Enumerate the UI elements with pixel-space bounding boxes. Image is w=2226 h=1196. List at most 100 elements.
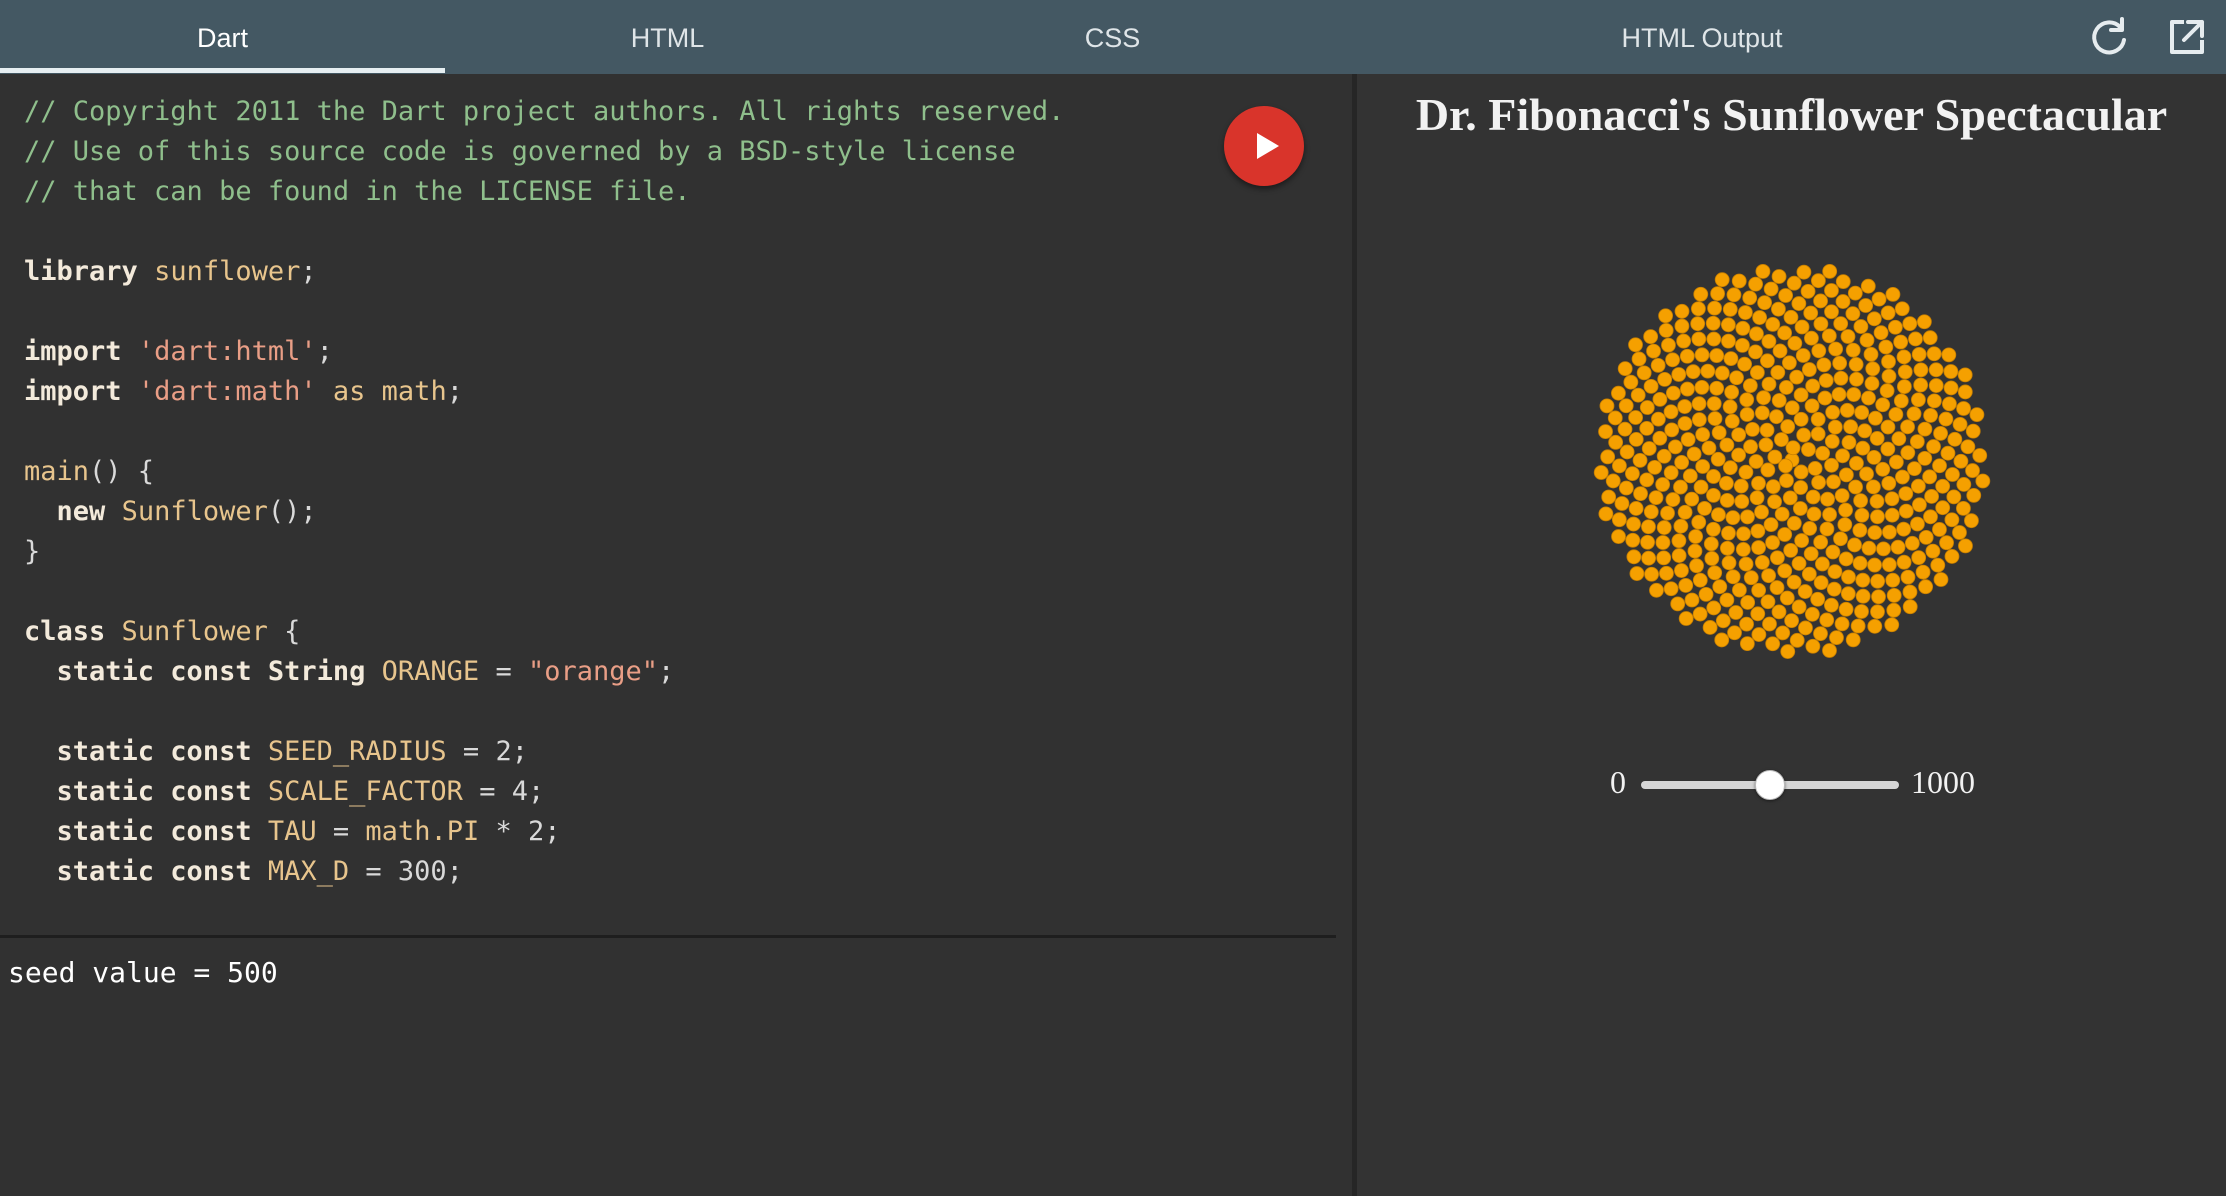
sunflower-seed [1625,532,1641,548]
sunflower-seed [1671,533,1687,549]
code-line: static const SCALE_FACTOR = 4; [24,772,1064,812]
sunflower-seed [1824,433,1840,449]
sunflower-seed [1650,411,1666,427]
sunflower-seed [1960,439,1976,455]
dart-source-code[interactable]: // Copyright 2011 the Dart project autho… [24,92,1064,892]
sunflower-seed [1631,351,1647,367]
sunflower-seed [1714,632,1730,648]
sunflower-seed [1784,613,1799,629]
sunflower-seed [1769,550,1785,566]
sunflower-seed [1969,407,1985,423]
tab-html[interactable]: HTML [445,0,890,74]
code-token: // Use of this source code is governed b… [24,136,1016,167]
sunflower-seed [1605,473,1621,489]
tab-dart[interactable]: Dart [0,0,445,74]
sunflower-seed [1964,513,1979,529]
sunflower-canvas [1593,263,1991,659]
sunflower-seed [1915,564,1931,580]
sunflower-seed [1848,357,1864,372]
sunflower-seed [1765,316,1781,332]
sunflower-seed [1777,325,1792,341]
sunflower-seed [1778,288,1794,303]
sunflower-seed [1928,362,1944,378]
sunflower-seed [1930,557,1946,573]
sunflower-seed [1767,494,1782,510]
run-button[interactable] [1224,106,1304,186]
sunflower-seed [1946,489,1962,505]
sunflower-seed [1813,293,1828,309]
sunflower-seed [1598,424,1613,440]
sunflower-seed [1680,381,1695,397]
sunflower-seed [1965,463,1980,478]
code-token: ORANGE [381,656,480,687]
seed-slider-thumb[interactable] [1755,770,1785,800]
sunflower-seed [1826,581,1842,597]
sunflower-seed [1913,362,1929,378]
open-in-new-window-button[interactable] [2164,14,2210,60]
sunflower-seed [1745,421,1760,437]
sunflower-seed [1888,454,1904,470]
sunflower-seed [1875,397,1891,413]
sunflower-seed [1630,387,1646,403]
sunflower-seed [1886,602,1902,618]
sunflower-seed [1633,486,1648,502]
sunflower-seed [1798,620,1813,636]
sunflower-seed [1775,625,1791,641]
sunflower-seed [1926,393,1942,409]
code-editor[interactable]: // Copyright 2011 the Dart project autho… [0,74,1352,936]
sunflower-seed [1796,427,1812,443]
sunflower-seed [1933,425,1948,441]
sunflower-seed [1671,367,1687,382]
code-token: Sunflower [121,496,268,527]
sunflower-seed [1829,630,1844,646]
sunflower-seed [1608,434,1624,450]
sunflower-seed [1911,347,1927,362]
sunflower-seed [1867,618,1883,634]
refresh-button[interactable] [2086,14,2132,60]
sunflower-seed [1810,411,1826,427]
sunflower-seed [1846,387,1862,402]
sunflower-seed [1827,419,1843,435]
sunflower-seed [1794,533,1810,548]
sunflower-seed [1754,554,1770,570]
sunflower-seed [1715,613,1731,629]
sunflower-seed [1935,500,1951,516]
code-token: ; [316,336,333,367]
tab-html-output[interactable]: HTML Output [1357,0,2047,74]
sunflower-seed [1823,597,1839,613]
sunflower-seed [1884,507,1900,523]
sunflower-seed [1802,521,1818,536]
sunflower-seed [1902,316,1918,332]
sunflower-seed [1804,330,1819,346]
sunflower-seed [1735,542,1751,557]
sunflower-seed [1771,393,1787,408]
sunflower-seed [1833,531,1848,547]
sunflower-seed [1765,535,1780,550]
sunflower-seed [1804,606,1820,622]
sunflower-seed [1884,491,1900,507]
sunflower-seed [1644,566,1659,582]
sunflower-seed [1838,601,1854,617]
sunflower-seed [1916,314,1932,330]
sunflower-seed [1957,367,1973,383]
sunflower-seed [1904,535,1920,551]
sunflower-seed [1684,592,1700,608]
code-line: new Sunflower(); [24,492,1064,532]
sunflower-seed [1881,557,1897,573]
sunflower-seed [1845,342,1861,358]
sunflower-seed [1813,534,1829,550]
sunflower-seed [1955,500,1971,516]
sunflower-seed [1803,305,1819,321]
sunflower-seed [1624,466,1640,481]
sunflower-seed [1953,453,1969,469]
tab-css[interactable]: CSS [890,0,1335,74]
sunflower-seed [1939,535,1954,551]
sunflower-seed [1865,479,1881,495]
